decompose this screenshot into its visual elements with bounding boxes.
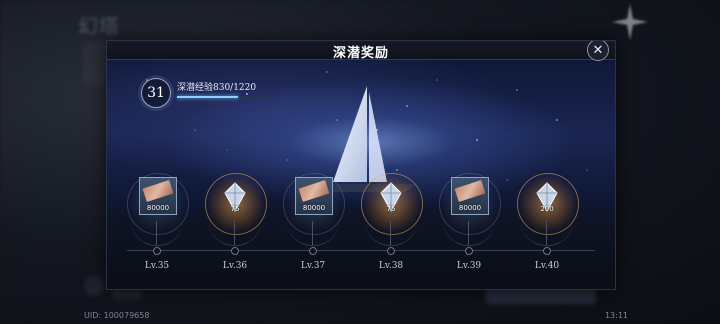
reward-stem bbox=[468, 221, 469, 245]
reward-base-arc bbox=[287, 221, 339, 246]
reward-base-arc bbox=[209, 221, 261, 246]
reward-level-label: Lv.39 bbox=[456, 261, 482, 271]
reward-item[interactable]: 80000 Lv.37 bbox=[283, 169, 345, 289]
ticket-icon bbox=[142, 180, 174, 202]
reward-quantity: 75 bbox=[386, 205, 396, 213]
reward-stem bbox=[234, 221, 235, 245]
track-node bbox=[387, 247, 395, 255]
reward-item-frame: 80000 bbox=[295, 177, 333, 215]
reward-quantity: 80000 bbox=[458, 204, 482, 212]
reward-item[interactable]: 75 Lv.36 bbox=[205, 169, 267, 289]
reward-quantity: 200 bbox=[540, 205, 554, 213]
exp-label: 深潜经验830/1220 bbox=[177, 83, 257, 93]
track-node bbox=[543, 247, 551, 255]
reward-stem bbox=[390, 221, 391, 245]
reward-stem bbox=[156, 221, 157, 245]
track-node bbox=[231, 247, 239, 255]
exp-progress-bar bbox=[177, 96, 267, 98]
exp-progress-fill bbox=[177, 96, 239, 98]
reward-item-frame: 80000 bbox=[139, 177, 177, 215]
background-button bbox=[486, 288, 596, 304]
track-node bbox=[309, 247, 317, 255]
background-logo: 幻塔 bbox=[78, 14, 120, 38]
reward-stem bbox=[312, 221, 313, 245]
reward-item[interactable]: 200 Lv.40 bbox=[517, 169, 579, 289]
background-sparkle-icon bbox=[612, 4, 648, 40]
reward-item[interactable]: 75 Lv.38 bbox=[361, 169, 423, 289]
modal-header: 深潜奖励 bbox=[107, 41, 615, 61]
background-button bbox=[84, 276, 104, 296]
ticket-icon bbox=[454, 180, 486, 202]
track-node bbox=[465, 247, 473, 255]
reward-item-frame: 80000 bbox=[451, 177, 489, 215]
reward-level-label: Lv.35 bbox=[144, 261, 170, 271]
reward-base-arc bbox=[131, 221, 183, 246]
ticket-icon bbox=[298, 180, 330, 202]
reward-level-label: Lv.37 bbox=[300, 261, 326, 271]
reward-base-arc bbox=[365, 221, 417, 246]
reward-quantity: 80000 bbox=[146, 204, 170, 212]
close-button[interactable]: ✕ bbox=[587, 41, 609, 61]
background-panel bbox=[82, 42, 108, 86]
reward-level-label: Lv.38 bbox=[378, 261, 404, 271]
track-node bbox=[153, 247, 161, 255]
modal-title: 深潜奖励 bbox=[332, 46, 389, 61]
uid-text: UID: 100079658 bbox=[84, 311, 150, 320]
reward-quantity: 80000 bbox=[302, 204, 326, 212]
reward-base-arc bbox=[443, 221, 495, 246]
reward-stem bbox=[546, 221, 547, 245]
clock-text: 13:11 bbox=[604, 311, 628, 320]
current-level-badge: 31 bbox=[141, 78, 171, 108]
reward-item[interactable]: 80000 Lv.35 bbox=[127, 169, 189, 289]
close-icon: ✕ bbox=[592, 42, 604, 58]
reward-level-label: Lv.36 bbox=[222, 261, 248, 271]
deep-dive-reward-modal: 深潜奖励 ✕ 31 深潜经验830/1220 80000 Lv.35 75 Lv.36… bbox=[106, 40, 616, 290]
reward-item[interactable]: 80000 Lv.39 bbox=[439, 169, 501, 289]
reward-base-arc bbox=[521, 221, 573, 246]
reward-level-label: Lv.40 bbox=[534, 261, 560, 271]
reward-quantity: 75 bbox=[230, 205, 240, 213]
